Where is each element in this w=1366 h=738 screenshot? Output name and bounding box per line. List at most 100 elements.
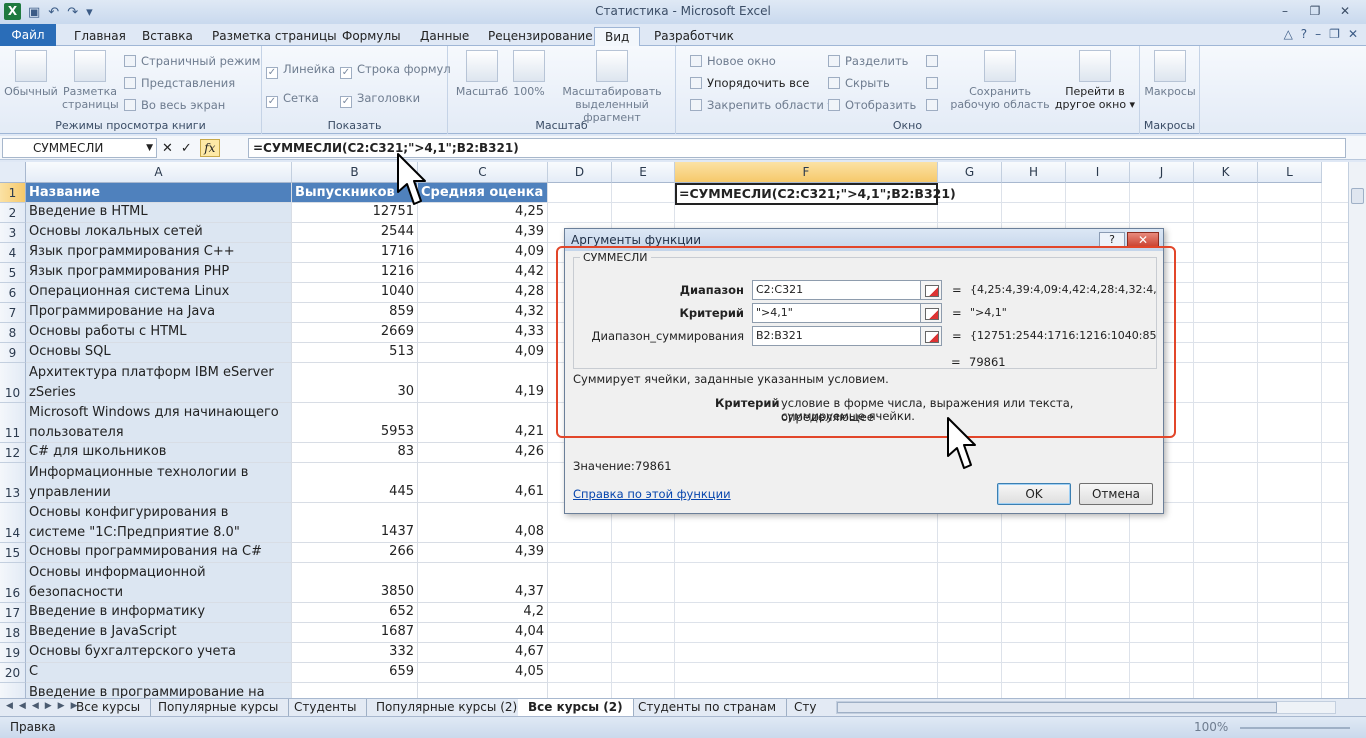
row-header[interactable]: 20 (0, 663, 26, 683)
redo-icon[interactable]: ↷ (67, 5, 78, 20)
ok-button[interactable]: OK (997, 483, 1071, 505)
collapse-dialog-icon[interactable] (920, 326, 942, 346)
column-header[interactable]: A (26, 162, 292, 183)
column-header[interactable]: H (1002, 162, 1066, 183)
header-cell[interactable]: Название (26, 183, 292, 203)
tab-home[interactable]: Главная (64, 27, 136, 46)
table-cell-graduates[interactable]: 266 (292, 543, 418, 563)
zoom-button[interactable]: Масштаб (454, 50, 510, 98)
table-cell-graduates[interactable]: 83 (292, 443, 418, 463)
table-cell-name[interactable]: Введение в HTML (26, 203, 292, 223)
cancel-button[interactable]: Отмена (1079, 483, 1153, 505)
table-cell-avg-score[interactable]: 4,26 (418, 443, 548, 463)
table-cell-name[interactable]: Архитектура платформ IBM eServer zSeries (26, 363, 292, 403)
table-cell-graduates[interactable]: 513 (292, 343, 418, 363)
column-header[interactable]: K (1194, 162, 1258, 183)
table-cell-graduates[interactable]: 1716 (292, 243, 418, 263)
zoom-selection-button[interactable]: Масштабировать выделенный фрагмент (550, 50, 674, 124)
row-header[interactable]: 19 (0, 643, 26, 663)
header-cell[interactable]: Средняя оценка (418, 183, 548, 203)
column-header[interactable]: J (1130, 162, 1194, 183)
table-cell-graduates[interactable]: 2669 (292, 323, 418, 343)
table-cell-graduates[interactable]: 1216 (292, 263, 418, 283)
undo-icon[interactable]: ↶ (48, 5, 59, 20)
tab-data[interactable]: Данные (410, 27, 479, 46)
table-cell-avg-score[interactable]: 4,61 (418, 463, 548, 503)
row-header[interactable]: 3 (0, 223, 26, 243)
formula-bar-checkbox[interactable]: ✓ Строка формул (340, 62, 451, 79)
row-header[interactable]: 15 (0, 543, 26, 563)
vertical-scrollbar[interactable] (1348, 162, 1366, 698)
cancel-formula-icon[interactable]: ✕ (162, 141, 173, 156)
table-cell-graduates[interactable]: 652 (292, 603, 418, 623)
doc-restore-icon[interactable]: ❐ (1329, 27, 1340, 41)
column-header[interactable]: F (675, 162, 938, 183)
active-cell[interactable]: =СУММЕСЛИ(C2:C321;">4,1";B2:B321) (675, 183, 956, 205)
close-button[interactable]: ✕ (1330, 1, 1360, 21)
zoom-level[interactable]: 100% (1194, 720, 1228, 734)
new-window-button[interactable]: Новое окно (690, 54, 776, 68)
row-header[interactable]: 18 (0, 623, 26, 643)
table-cell-name[interactable]: Язык программирования C++ (26, 243, 292, 263)
save-workspace-button[interactable]: Сохранить рабочую область (948, 50, 1052, 111)
column-header[interactable]: D (548, 162, 612, 183)
doc-minimize-icon[interactable]: – (1315, 27, 1321, 41)
table-cell-name[interactable]: Microsoft Windows для начинающего пользо… (26, 403, 292, 443)
row-header[interactable]: 8 (0, 323, 26, 343)
row-header[interactable]: 12 (0, 443, 26, 463)
row-header[interactable]: 5 (0, 263, 26, 283)
custom-views-button[interactable]: Представления (124, 76, 235, 90)
excel-icon[interactable]: X (4, 3, 21, 20)
column-header[interactable]: E (612, 162, 675, 183)
row-header[interactable]: 7 (0, 303, 26, 323)
table-cell-avg-score[interactable]: 4,08 (418, 503, 548, 543)
column-header[interactable]: I (1066, 162, 1130, 183)
row-header[interactable] (0, 683, 26, 698)
row-header[interactable]: 13 (0, 463, 26, 503)
table-cell-name[interactable]: Введение в JavaScript (26, 623, 292, 643)
horizontal-scrollbar[interactable] (836, 701, 1336, 714)
sheet-tab[interactable]: Популярные курсы (2) (366, 699, 529, 716)
range-input[interactable]: C2:C321 (752, 280, 922, 300)
table-cell-graduates[interactable]: 30 (292, 363, 418, 403)
row-header[interactable]: 17 (0, 603, 26, 623)
sheet-tab[interactable]: Студенты по странам (628, 699, 788, 716)
table-cell-name[interactable]: Основы SQL (26, 343, 292, 363)
table-cell-name[interactable]: Операционная система Linux (26, 283, 292, 303)
table-cell-graduates[interactable]: 2544 (292, 223, 418, 243)
table-cell-name[interactable]: Основы работы с HTML (26, 323, 292, 343)
criteria-input[interactable]: ">4,1" (752, 303, 922, 323)
collapse-dialog-icon[interactable] (920, 280, 942, 300)
table-cell-name[interactable]: Основы бухгалтерского учета (26, 643, 292, 663)
tab-formulas[interactable]: Формулы (332, 27, 411, 46)
tab-page-layout[interactable]: Разметка страницы (202, 27, 347, 46)
tab-file[interactable]: Файл (0, 24, 56, 46)
table-cell-graduates[interactable]: 332 (292, 643, 418, 663)
row-header[interactable]: 9 (0, 343, 26, 363)
dialog-help-button[interactable]: ? (1099, 232, 1125, 248)
sheet-tab-active[interactable]: Все курсы (2) (518, 699, 634, 716)
formula-input[interactable]: =СУММЕСЛИ(C2:C321;">4,1";B2:B321) (248, 138, 1346, 158)
save-icon[interactable]: ▣ (28, 5, 40, 20)
row-header[interactable]: 2 (0, 203, 26, 223)
full-screen-button[interactable]: Во весь экран (124, 98, 225, 112)
tab-developer[interactable]: Разработчик (644, 27, 744, 46)
table-cell-name[interactable]: Основы локальных сетей (26, 223, 292, 243)
table-cell-graduates[interactable]: 3850 (292, 563, 418, 603)
dialog-close-button[interactable]: ✕ (1127, 232, 1159, 248)
table-cell-avg-score[interactable]: 4,39 (418, 543, 548, 563)
table-cell-avg-score[interactable]: 4,04 (418, 623, 548, 643)
help-icon[interactable]: ? (1301, 27, 1307, 41)
tab-view[interactable]: Вид (594, 27, 641, 47)
row-header[interactable]: 4 (0, 243, 26, 263)
table-cell-name[interactable]: Основы программирования на языке C (26, 663, 292, 683)
unhide-button[interactable]: Отобразить (828, 98, 916, 112)
ruler-checkbox[interactable]: ✓ Линейка (266, 62, 335, 79)
view-side-by-side-button[interactable] (926, 54, 943, 68)
row-header[interactable]: 1 (0, 183, 26, 203)
column-header[interactable]: C (418, 162, 548, 183)
macros-button[interactable]: Макросы (1142, 50, 1198, 98)
sheet-tab[interactable]: Студенты (284, 699, 368, 716)
function-help-link[interactable]: Справка по этой функции (573, 487, 731, 501)
table-cell-avg-score[interactable]: 4,09 (418, 343, 548, 363)
